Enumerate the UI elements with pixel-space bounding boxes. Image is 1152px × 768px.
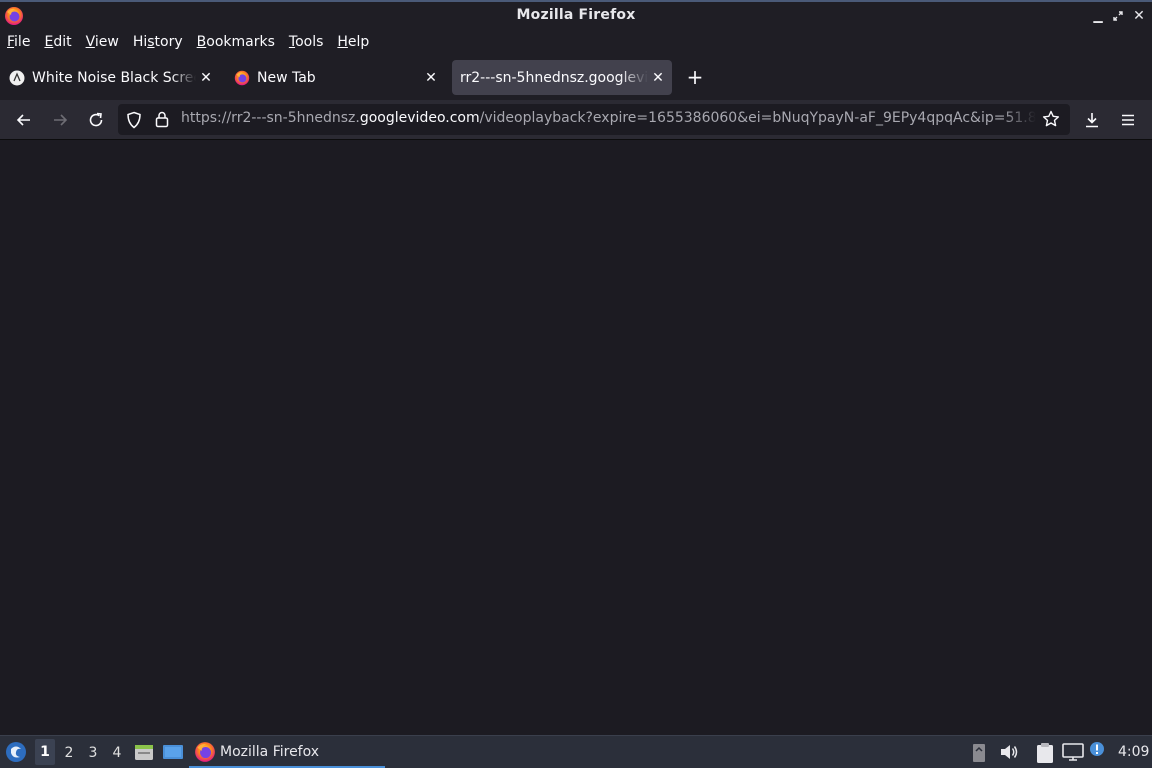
menu-history[interactable]: History: [133, 34, 183, 50]
page-content[interactable]: [0, 141, 1152, 735]
menu-file[interactable]: File: [7, 34, 30, 50]
firefox-icon: [234, 70, 250, 85]
tab-new-tab[interactable]: New Tab ✕: [225, 60, 445, 95]
menu-edit[interactable]: Edit: [44, 34, 71, 50]
window-titlebar: Mozilla Firefox ▁ ✕: [0, 0, 1152, 30]
shield-icon[interactable]: [126, 111, 142, 129]
workspace-4[interactable]: 4: [110, 745, 124, 761]
workspace-2[interactable]: 2: [62, 745, 76, 761]
close-icon: ✕: [1133, 8, 1145, 24]
firefox-icon: [195, 741, 215, 762]
taskbar-firefox-task[interactable]: Mozilla Firefox: [189, 737, 385, 768]
tab-googlevideo[interactable]: rr2---sn-5hnednsz.googlevideo.com ✕: [452, 60, 672, 95]
workspace-3[interactable]: 3: [86, 745, 100, 761]
menu-bookmarks[interactable]: Bookmarks: [197, 34, 275, 50]
back-button[interactable]: [12, 108, 36, 132]
restore-button[interactable]: [1110, 8, 1126, 24]
workspace-1[interactable]: 1: [35, 739, 55, 765]
menu-help[interactable]: Help: [337, 34, 369, 50]
lock-icon[interactable]: [154, 110, 170, 128]
close-tab-icon[interactable]: ✕: [421, 68, 441, 88]
close-tab-icon[interactable]: ✕: [648, 68, 668, 88]
start-menu-icon[interactable]: [5, 741, 27, 763]
clock[interactable]: 4:09: [1118, 744, 1149, 760]
star-icon[interactable]: [1042, 110, 1060, 128]
window-title: Mozilla Firefox: [516, 7, 636, 23]
new-tab-button[interactable]: +: [684, 65, 706, 89]
reload-button[interactable]: [84, 108, 108, 132]
network-icon[interactable]: [1062, 742, 1084, 762]
url-text[interactable]: https://rr2---sn-5hnednsz.googlevideo.co…: [181, 110, 1036, 126]
forward-button[interactable]: [48, 108, 72, 132]
battery-icon[interactable]: [971, 742, 987, 764]
downloads-button[interactable]: [1080, 108, 1104, 132]
tab-white-noise[interactable]: White Noise Black Screen ✕: [0, 60, 220, 95]
tab-title: rr2---sn-5hnednsz.googlevideo.com: [460, 69, 648, 86]
wikiwand-icon: [9, 70, 25, 85]
close-window-button[interactable]: ✕: [1131, 8, 1147, 24]
download-icon: [1086, 113, 1098, 128]
file-manager-icon[interactable]: [134, 742, 154, 762]
notification-icon[interactable]: [1089, 741, 1107, 759]
restore-icon: [1113, 11, 1123, 21]
tab-strip: White Noise Black Screen ✕ New Tab ✕ rr2…: [0, 54, 1152, 100]
menu-view[interactable]: View: [86, 34, 119, 50]
tab-title: New Tab: [257, 69, 316, 86]
plus-icon: +: [686, 65, 704, 89]
desktop-icon[interactable]: [162, 742, 184, 762]
reload-icon: [89, 112, 103, 127]
arrow-right-icon: [54, 114, 68, 126]
arrow-left-icon: [16, 114, 30, 126]
volume-icon[interactable]: [999, 742, 1019, 762]
minimize-icon: ▁: [1093, 9, 1103, 23]
tab-title: White Noise Black Screen: [32, 69, 196, 86]
taskbar: 1 2 3 4 Mozilla Firefox 4:09: [0, 735, 1152, 768]
hamburger-menu-icon: [1122, 114, 1134, 126]
navigation-toolbar: https://rr2---sn-5hnednsz.googlevideo.co…: [0, 100, 1152, 140]
clipboard-icon[interactable]: [1035, 742, 1055, 764]
menu-tools[interactable]: Tools: [289, 34, 324, 50]
app-menu-button[interactable]: [1116, 108, 1140, 132]
menu-bar: File Edit View History Bookmarks Tools H…: [0, 30, 1152, 54]
task-label: Mozilla Firefox: [220, 743, 320, 760]
minimize-button[interactable]: ▁: [1090, 8, 1106, 24]
url-bar[interactable]: https://rr2---sn-5hnednsz.googlevideo.co…: [118, 104, 1070, 135]
close-tab-icon[interactable]: ✕: [196, 68, 216, 88]
